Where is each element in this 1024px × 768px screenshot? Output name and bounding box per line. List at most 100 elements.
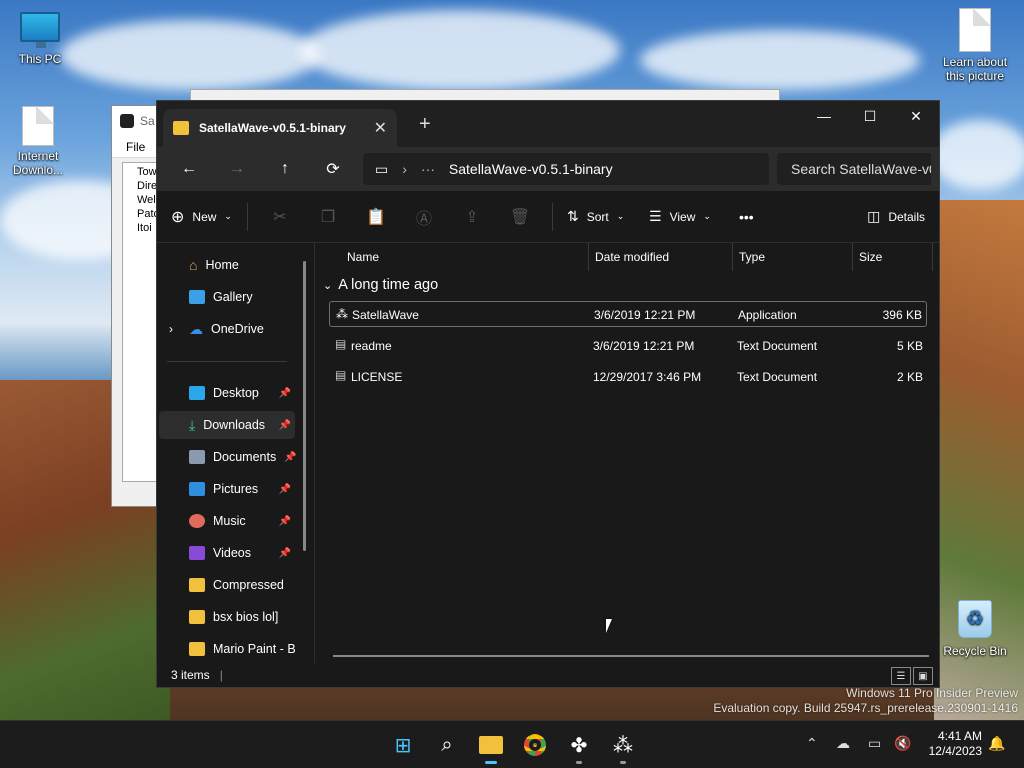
- file-name: readme: [351, 339, 392, 353]
- address-row: ← → ↑ ⟳ ▭ › ··· SatellaWave-v0.5.1-binar…: [157, 147, 939, 191]
- search-input[interactable]: Search SatellaWave-v0.5.1-binary: [777, 153, 931, 185]
- cut-icon[interactable]: ✂: [256, 202, 304, 232]
- tab-bar: SatellaWave-v0.5.1-binary ✕ + — ☐ ✕: [157, 101, 939, 147]
- column-header-size[interactable]: Size: [859, 243, 933, 271]
- copy-icon[interactable]: ❐: [304, 202, 352, 232]
- table-row[interactable]: ⁂ SatellaWave 3/6/2019 12:21 PM Applicat…: [329, 301, 927, 327]
- sidebar-item-home[interactable]: ⌂ Home: [159, 251, 295, 279]
- sidebar-item-gallery[interactable]: Gallery: [159, 283, 295, 311]
- expand-chevron-icon[interactable]: ›: [169, 322, 173, 336]
- pin-icon[interactable]: 📌: [279, 516, 291, 527]
- breadcrumb-current[interactable]: SatellaWave-v0.5.1-binary: [449, 161, 613, 177]
- sidebar-item-downloads[interactable]: ⤓ Downloads 📌: [159, 411, 295, 439]
- music-icon: [189, 514, 205, 528]
- chevron-down-icon: ⌄: [224, 211, 232, 221]
- desktop-icon-internet-download[interactable]: Internet Downlo...: [0, 106, 76, 177]
- display-icon[interactable]: ▭: [868, 735, 881, 752]
- refresh-button[interactable]: ⟳: [309, 154, 357, 184]
- sidebar-item-desktop[interactable]: Desktop 📌: [159, 379, 295, 407]
- address-bar[interactable]: ▭ › ··· SatellaWave-v0.5.1-binary: [363, 153, 769, 185]
- sidebar-item-pictures[interactable]: Pictures 📌: [159, 475, 295, 503]
- desktop-icon-this-pc[interactable]: This PC: [2, 12, 78, 66]
- column-header-type[interactable]: Type: [739, 243, 853, 271]
- up-button[interactable]: ↑: [261, 154, 309, 184]
- sort-icon: ⇅: [567, 208, 579, 224]
- column-header-name[interactable]: Name: [347, 243, 589, 271]
- share-icon[interactable]: ⇪: [448, 202, 496, 232]
- new-tab-button[interactable]: +: [419, 113, 431, 136]
- sidebar-item-label: Documents: [213, 450, 277, 464]
- forward-button[interactable]: →: [213, 154, 261, 184]
- sidebar-item-label: Downloads: [203, 418, 266, 432]
- app-icon-colorful[interactable]: ✤: [563, 729, 595, 764]
- mouse-cursor: [606, 619, 618, 633]
- search-icon[interactable]: ⌕: [431, 729, 463, 761]
- close-window-button[interactable]: ✕: [893, 101, 939, 131]
- details-view-icon[interactable]: ☰: [891, 667, 911, 685]
- sidebar-item-bsx-bios[interactable]: bsx bios lol]: [159, 603, 295, 631]
- navigation-pane[interactable]: ⌂ Home Gallery › ☁ OneDrive Desktop 📌 ⤓ …: [157, 243, 315, 663]
- desktop-icon-label: Internet Downlo...: [12, 149, 64, 177]
- group-label: A long time ago: [338, 277, 439, 293]
- sidebar-scrollbar[interactable]: [303, 261, 306, 551]
- pin-icon[interactable]: 📌: [279, 484, 291, 495]
- tab-current-folder[interactable]: SatellaWave-v0.5.1-binary ✕: [163, 109, 397, 147]
- minimize-button[interactable]: —: [801, 101, 847, 131]
- group-header[interactable]: ⌄ A long time ago: [323, 277, 438, 293]
- file-name: SatellaWave: [352, 308, 419, 322]
- chevron-down-icon: ⌄: [616, 211, 625, 221]
- sidebar-item-onedrive[interactable]: › ☁ OneDrive: [159, 315, 295, 343]
- sidebar-item-mario-paint[interactable]: Mario Paint - BS: [159, 635, 295, 663]
- clock[interactable]: 4:41 AM 12/4/2023: [929, 729, 982, 759]
- new-button[interactable]: ⊕ New ⌄: [171, 207, 239, 227]
- view-button[interactable]: ☰ View ⌄: [649, 208, 739, 225]
- folder-icon: [173, 121, 189, 135]
- desktop-icon-recycle-bin[interactable]: ♻ Recycle Bin: [937, 600, 1013, 658]
- folder-icon: [189, 578, 205, 592]
- notification-bell-icon[interactable]: 🔔: [988, 735, 1005, 752]
- pin-icon[interactable]: 📌: [279, 420, 291, 431]
- file-list[interactable]: Name Date modified Type Size ⌄ A long ti…: [317, 243, 939, 663]
- sidebar-item-videos[interactable]: Videos 📌: [159, 539, 295, 567]
- file-explorer-taskbar-icon[interactable]: [475, 729, 507, 764]
- network-icon[interactable]: ☁: [836, 735, 850, 752]
- sidebar-item-documents[interactable]: Documents 📌: [159, 443, 297, 471]
- desktop-icon-learn-about-picture[interactable]: Learn about this picture: [937, 8, 1013, 83]
- tiles-view-icon[interactable]: ▣: [913, 667, 933, 685]
- document-icon: [22, 106, 54, 146]
- paste-icon[interactable]: 📋: [352, 202, 400, 232]
- recycle-bin-icon: ♻: [958, 600, 992, 638]
- file-size: 5 KB: [896, 339, 923, 353]
- legacy-window-title: Sa: [140, 114, 155, 128]
- close-tab-icon[interactable]: ✕: [374, 118, 387, 138]
- table-row[interactable]: ▤ readme 3/6/2019 12:21 PM Text Document…: [329, 333, 927, 359]
- horizontal-scrollbar[interactable]: [333, 655, 929, 657]
- file-explorer-window[interactable]: SatellaWave-v0.5.1-binary ✕ + — ☐ ✕ ← → …: [156, 100, 940, 688]
- pin-icon[interactable]: 📌: [279, 548, 291, 559]
- satellawave-taskbar-icon[interactable]: ⁂: [607, 729, 639, 764]
- sidebar-item-label: Pictures: [213, 482, 259, 496]
- table-row[interactable]: ▤ LICENSE 12/29/2017 3:46 PM Text Docume…: [329, 364, 927, 390]
- pin-icon[interactable]: 📌: [284, 452, 296, 463]
- more-options-button[interactable]: •••: [739, 209, 779, 225]
- breadcrumb-chevron-icon[interactable]: ›: [402, 161, 407, 177]
- breadcrumb-overflow-button[interactable]: ···: [421, 161, 435, 177]
- chrome-icon[interactable]: [519, 729, 551, 761]
- document-icon: [959, 8, 991, 52]
- start-button[interactable]: ⊞: [387, 729, 419, 761]
- clock-time: 4:41 AM: [937, 729, 982, 743]
- sidebar-item-compressed[interactable]: Compressed: [159, 571, 295, 599]
- sidebar-item-music[interactable]: Music 📌: [159, 507, 295, 535]
- pictures-icon: [189, 482, 205, 496]
- sort-button[interactable]: ⇅ Sort ⌄: [561, 208, 649, 225]
- sidebar-item-label: Videos: [213, 546, 251, 560]
- volume-muted-icon[interactable]: 🔇: [894, 735, 911, 752]
- chevron-up-icon[interactable]: ⌃: [806, 735, 818, 752]
- column-header-date[interactable]: Date modified: [595, 243, 733, 271]
- delete-icon[interactable]: 🗑: [496, 202, 544, 232]
- back-button[interactable]: ←: [165, 154, 213, 184]
- pin-icon[interactable]: 📌: [279, 388, 291, 399]
- details-pane-button[interactable]: ◫ Details: [867, 208, 925, 225]
- maximize-button[interactable]: ☐: [847, 101, 893, 131]
- rename-icon[interactable]: Ⓐ: [400, 202, 448, 232]
